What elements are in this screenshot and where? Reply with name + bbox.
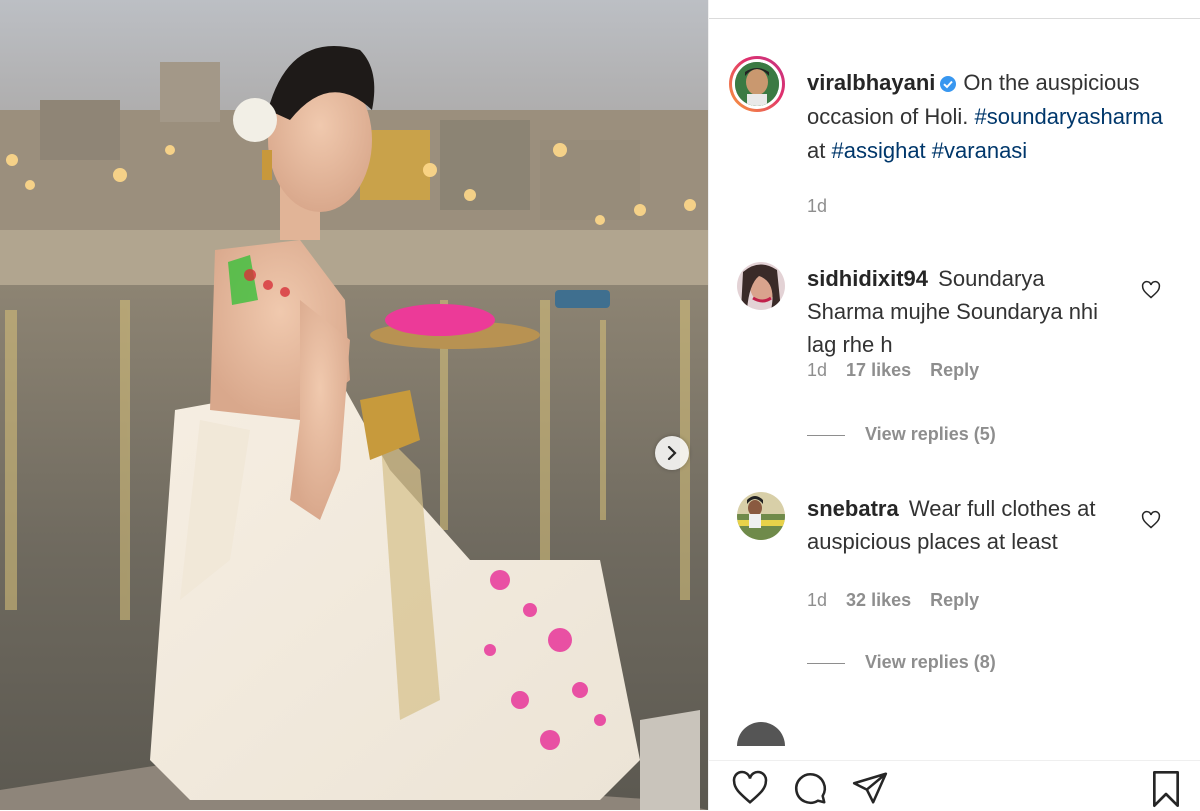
hashtag-link[interactable]: #varanasi <box>932 138 1027 163</box>
verified-badge-icon <box>940 76 957 92</box>
chevron-right-icon <box>667 446 677 460</box>
heart-icon[interactable] <box>1141 280 1161 300</box>
comment-icon[interactable] <box>791 769 829 807</box>
avatar-photo <box>735 62 779 106</box>
comment-text: sidhidixit94 Soundarya Sharma mujhe Soun… <box>807 262 1117 361</box>
heart-icon[interactable] <box>1141 510 1161 530</box>
avatar[interactable] <box>729 56 785 112</box>
view-replies-label: View replies (8) <box>865 652 996 672</box>
post-username[interactable]: viralbhayani <box>807 70 935 95</box>
caption-text: viralbhayani On the auspicious occasion o… <box>807 66 1167 168</box>
comment-meta: 1d 32 likes Reply <box>807 590 993 611</box>
comment-meta: 1d 17 likes Reply <box>807 360 993 381</box>
comment-avatar-image <box>737 492 785 540</box>
comment-likes[interactable]: 17 likes <box>846 360 911 380</box>
view-replies-button[interactable]: View replies (8) <box>807 652 996 673</box>
post-sidebar: viralbhayani On the auspicious occasion o… <box>708 0 1200 811</box>
post-timestamp[interactable]: 1d <box>807 196 827 217</box>
paper-plane-icon[interactable] <box>851 769 889 807</box>
divider <box>709 18 1200 19</box>
post-photo <box>0 0 708 810</box>
bookmark-icon[interactable] <box>1149 769 1183 809</box>
comment-avatar[interactable] <box>737 722 785 746</box>
divider-dash <box>807 434 845 436</box>
post-image <box>0 0 708 810</box>
comment-time[interactable]: 1d <box>807 590 827 610</box>
post-actions <box>709 760 1200 811</box>
reply-button[interactable]: Reply <box>930 590 979 610</box>
comment-time[interactable]: 1d <box>807 360 827 380</box>
reply-button[interactable]: Reply <box>930 360 979 380</box>
comment-username[interactable]: snebatra <box>807 496 899 521</box>
comment-likes[interactable]: 32 likes <box>846 590 911 610</box>
avatar-image <box>735 62 779 106</box>
comment-username[interactable]: sidhidixit94 <box>807 266 928 291</box>
comment-avatar[interactable] <box>737 262 785 310</box>
heart-icon[interactable] <box>731 769 769 807</box>
hashtag-link[interactable]: #soundaryasharma <box>975 104 1163 129</box>
comment-text: snebatra Wear full clothes at auspicious… <box>807 492 1117 558</box>
caption-connector: at <box>807 138 826 163</box>
next-image-button[interactable] <box>655 436 689 470</box>
view-replies-label: View replies (5) <box>865 424 996 444</box>
comment-avatar[interactable] <box>737 492 785 540</box>
divider-dash <box>807 662 845 664</box>
view-replies-button[interactable]: View replies (5) <box>807 424 996 445</box>
hashtag-link[interactable]: #assighat <box>831 138 925 163</box>
comment-avatar-image <box>737 262 785 310</box>
